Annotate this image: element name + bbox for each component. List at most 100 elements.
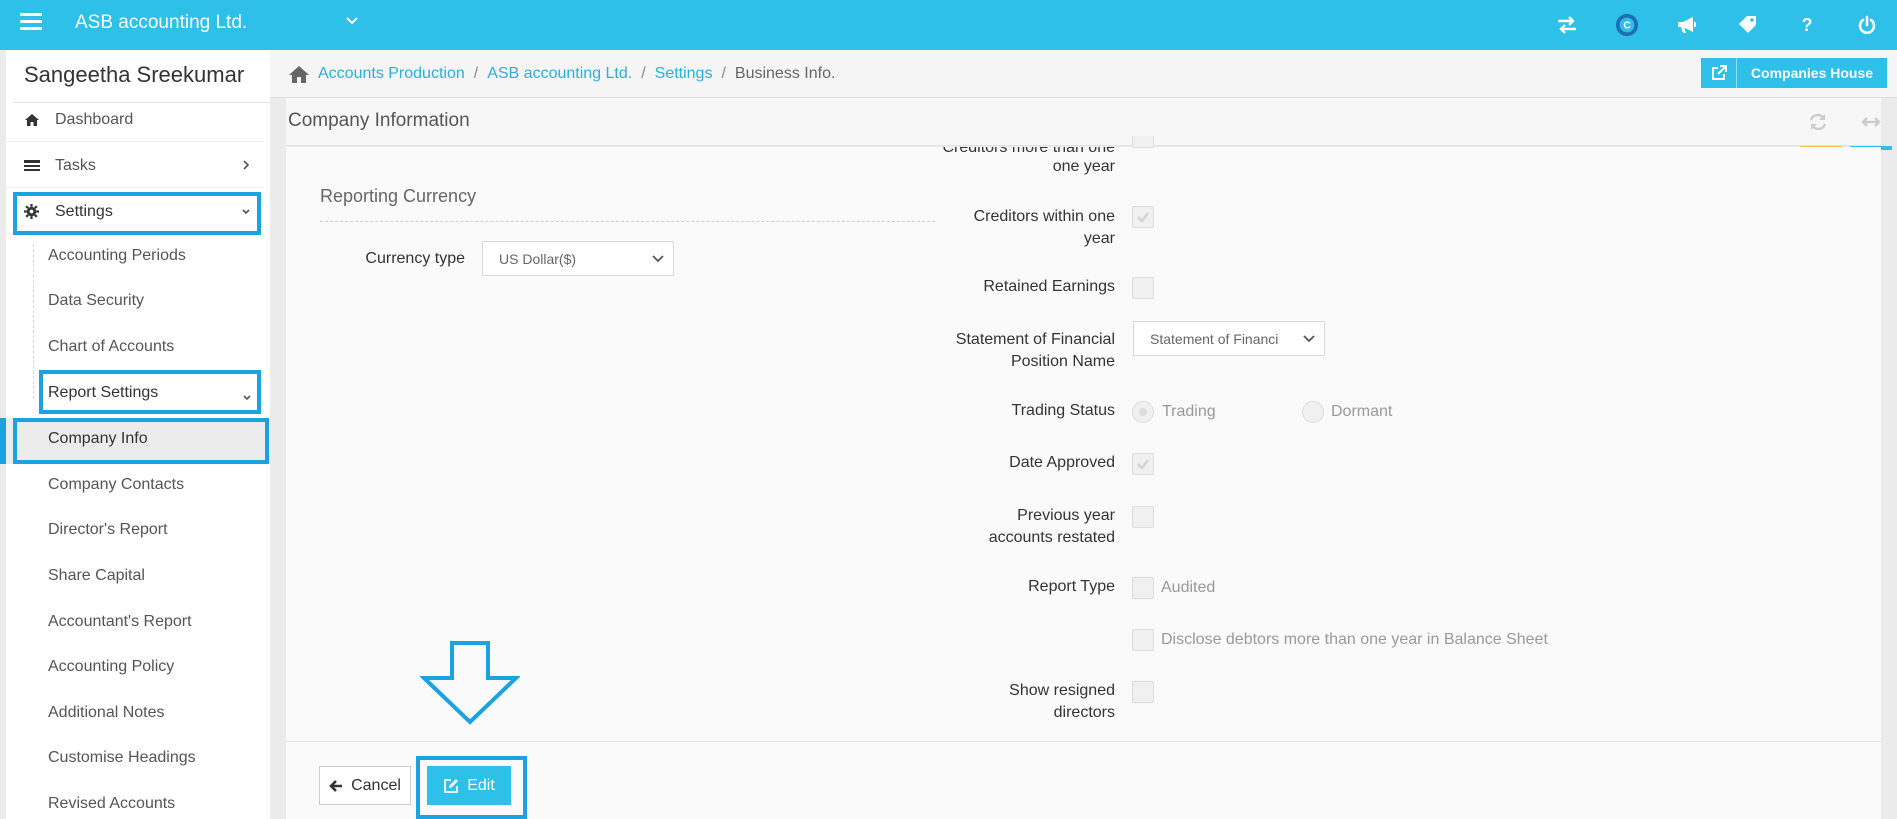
section-title: Reporting Currency bbox=[320, 186, 477, 206]
prev-year-label-l2: accounts restated bbox=[988, 529, 1115, 546]
sidebar-subitem-accounting-policy[interactable]: Accounting Policy bbox=[48, 658, 174, 676]
chevron-down-icon bbox=[242, 209, 250, 215]
breadcrumb-separator: / bbox=[641, 65, 646, 82]
prev-year-label-l1: Previous year bbox=[1017, 507, 1115, 524]
external-link-icon bbox=[1701, 58, 1737, 88]
sidebar-item-settings[interactable]: Settings bbox=[6, 190, 264, 234]
sidebar-subitem-accounting-periods[interactable]: Accounting Periods bbox=[48, 247, 186, 265]
breadcrumb: Accounts Production / ASB accounting Ltd… bbox=[288, 64, 835, 84]
section-divider bbox=[320, 221, 935, 222]
prev-year-checkbox[interactable] bbox=[1132, 506, 1154, 528]
report-type-label: Report Type bbox=[1028, 578, 1115, 595]
sidebar-subitem-revised-accounts[interactable]: Revised Accounts bbox=[48, 795, 175, 813]
currency-type-select[interactable]: US Dollar($) bbox=[482, 241, 674, 276]
currency-type-label: Currency type bbox=[365, 250, 465, 267]
sidebar-item-label: Tasks bbox=[55, 156, 96, 174]
creditors-more-checkbox[interactable] bbox=[1132, 136, 1154, 148]
trading-option-label: Trading bbox=[1162, 403, 1216, 420]
top-bar: ASB accounting Ltd. C ? bbox=[0, 0, 1897, 50]
c-logo-icon[interactable]: C bbox=[1615, 13, 1639, 37]
chevron-down-icon[interactable] bbox=[345, 12, 359, 30]
breadcrumb-link[interactable]: Accounts Production bbox=[318, 65, 465, 83]
retained-earnings-checkbox[interactable] bbox=[1132, 277, 1154, 299]
sidebar-subitem-share-capital[interactable]: Share Capital bbox=[48, 567, 145, 585]
retained-earnings-label: Retained Earnings bbox=[983, 278, 1115, 295]
gear-icon bbox=[24, 204, 42, 219]
check-icon bbox=[1137, 459, 1149, 470]
date-approved-checkbox[interactable] bbox=[1132, 453, 1154, 475]
list-icon bbox=[24, 159, 42, 173]
expand-horizontal-icon[interactable] bbox=[1860, 112, 1882, 132]
dormant-option-label: Dormant bbox=[1331, 403, 1393, 420]
home-icon bbox=[24, 113, 42, 127]
audited-option-label: Audited bbox=[1161, 579, 1216, 596]
down-arrow-annotation-icon bbox=[420, 641, 520, 725]
tag-icon[interactable] bbox=[1735, 13, 1759, 37]
check-icon bbox=[1137, 212, 1149, 223]
help-icon[interactable]: ? bbox=[1795, 13, 1819, 37]
sidebar-subitem-company-contacts[interactable]: Company Contacts bbox=[48, 476, 184, 494]
disclose-debtors-label: Disclose debtors more than one year in B… bbox=[1161, 631, 1548, 648]
sidebar-subitem-report-settings[interactable]: Report Settings bbox=[48, 384, 158, 402]
chevron-down-icon bbox=[243, 395, 251, 401]
megaphone-icon[interactable] bbox=[1675, 13, 1699, 37]
show-resigned-label-l1: Show resigned bbox=[1009, 682, 1115, 699]
breadcrumb-separator: / bbox=[473, 65, 479, 82]
swap-icon[interactable] bbox=[1555, 13, 1579, 37]
sofp-name-select[interactable]: Statement of Financi bbox=[1133, 321, 1325, 356]
tree-guide-line bbox=[33, 244, 34, 399]
sofp-name-label-l2: Position Name bbox=[1010, 353, 1115, 370]
company-selector-label[interactable]: ASB accounting Ltd. bbox=[75, 12, 247, 34]
companies-house-label: Companies House bbox=[1750, 65, 1874, 81]
edit-label: Edit bbox=[467, 776, 495, 794]
sidebar-item-label: Settings bbox=[55, 202, 113, 220]
creditors-within-checkbox[interactable] bbox=[1132, 206, 1154, 228]
dormant-radio[interactable] bbox=[1302, 401, 1324, 423]
audited-checkbox[interactable] bbox=[1132, 577, 1154, 599]
sidebar-subitem-data-security[interactable]: Data Security bbox=[48, 292, 144, 310]
edit-icon bbox=[444, 778, 459, 793]
sidebar-subitem-company-info[interactable]: Company Info bbox=[48, 430, 148, 448]
breadcrumb-current: Business Info. bbox=[734, 65, 836, 82]
user-name: Sangeetha Sreekumar bbox=[24, 62, 245, 87]
breadcrumb-link[interactable]: Settings bbox=[655, 65, 713, 83]
refresh-icon[interactable] bbox=[1807, 112, 1829, 132]
svg-text:C: C bbox=[1623, 21, 1631, 32]
creditors-within-label-l2: year bbox=[1083, 230, 1115, 247]
show-resigned-label-l2: directors bbox=[1053, 704, 1115, 721]
show-resigned-checkbox[interactable] bbox=[1132, 681, 1154, 703]
breadcrumb-link[interactable]: ASB accounting Ltd. bbox=[487, 65, 632, 83]
chevron-down-icon bbox=[652, 255, 664, 263]
sofp-name-label-l1: Statement of Financial bbox=[955, 331, 1115, 348]
chevron-right-icon bbox=[243, 160, 250, 170]
creditors-within-label-l1: Creditors within one bbox=[973, 208, 1115, 225]
currency-type-value: US Dollar($) bbox=[499, 250, 577, 267]
date-approved-label: Date Approved bbox=[1009, 454, 1115, 471]
disclose-debtors-checkbox[interactable] bbox=[1132, 629, 1154, 651]
creditors-more-label-tail: one year bbox=[1052, 158, 1115, 175]
panel-footer bbox=[286, 741, 1881, 819]
hamburger-menu-icon[interactable] bbox=[20, 13, 42, 31]
active-indicator bbox=[0, 418, 6, 464]
cancel-label: Cancel bbox=[351, 776, 401, 794]
trading-radio[interactable] bbox=[1132, 401, 1154, 423]
sidebar-subitem-customise-headings[interactable]: Customise Headings bbox=[48, 749, 196, 767]
sofp-name-value: Statement of Financi bbox=[1150, 330, 1279, 347]
sidebar-subitem-additional-notes[interactable]: Additional Notes bbox=[48, 704, 165, 722]
sidebar-item-tasks[interactable]: Tasks bbox=[6, 144, 264, 188]
chevron-down-icon bbox=[1303, 335, 1315, 343]
trading-status-label: Trading Status bbox=[1011, 402, 1115, 419]
home-icon[interactable] bbox=[288, 64, 310, 84]
power-icon[interactable] bbox=[1855, 13, 1879, 37]
sidebar-item-label: Dashboard bbox=[55, 110, 134, 128]
breadcrumb-separator: / bbox=[721, 65, 726, 82]
sidebar-item-dashboard[interactable]: Dashboard bbox=[6, 98, 264, 142]
panel-header: Company Information bbox=[286, 98, 1881, 146]
sidebar-subitem-accountants-report[interactable]: Accountant's Report bbox=[48, 613, 192, 631]
cancel-button[interactable]: Cancel bbox=[319, 766, 411, 805]
sidebar-subitem-chart-of-accounts[interactable]: Chart of Accounts bbox=[48, 338, 174, 356]
companies-house-button[interactable]: Companies House bbox=[1701, 58, 1887, 88]
edit-button[interactable]: Edit bbox=[427, 766, 511, 805]
arrow-left-icon bbox=[329, 779, 343, 792]
sidebar-subitem-directors-report[interactable]: Director's Report bbox=[48, 521, 168, 539]
